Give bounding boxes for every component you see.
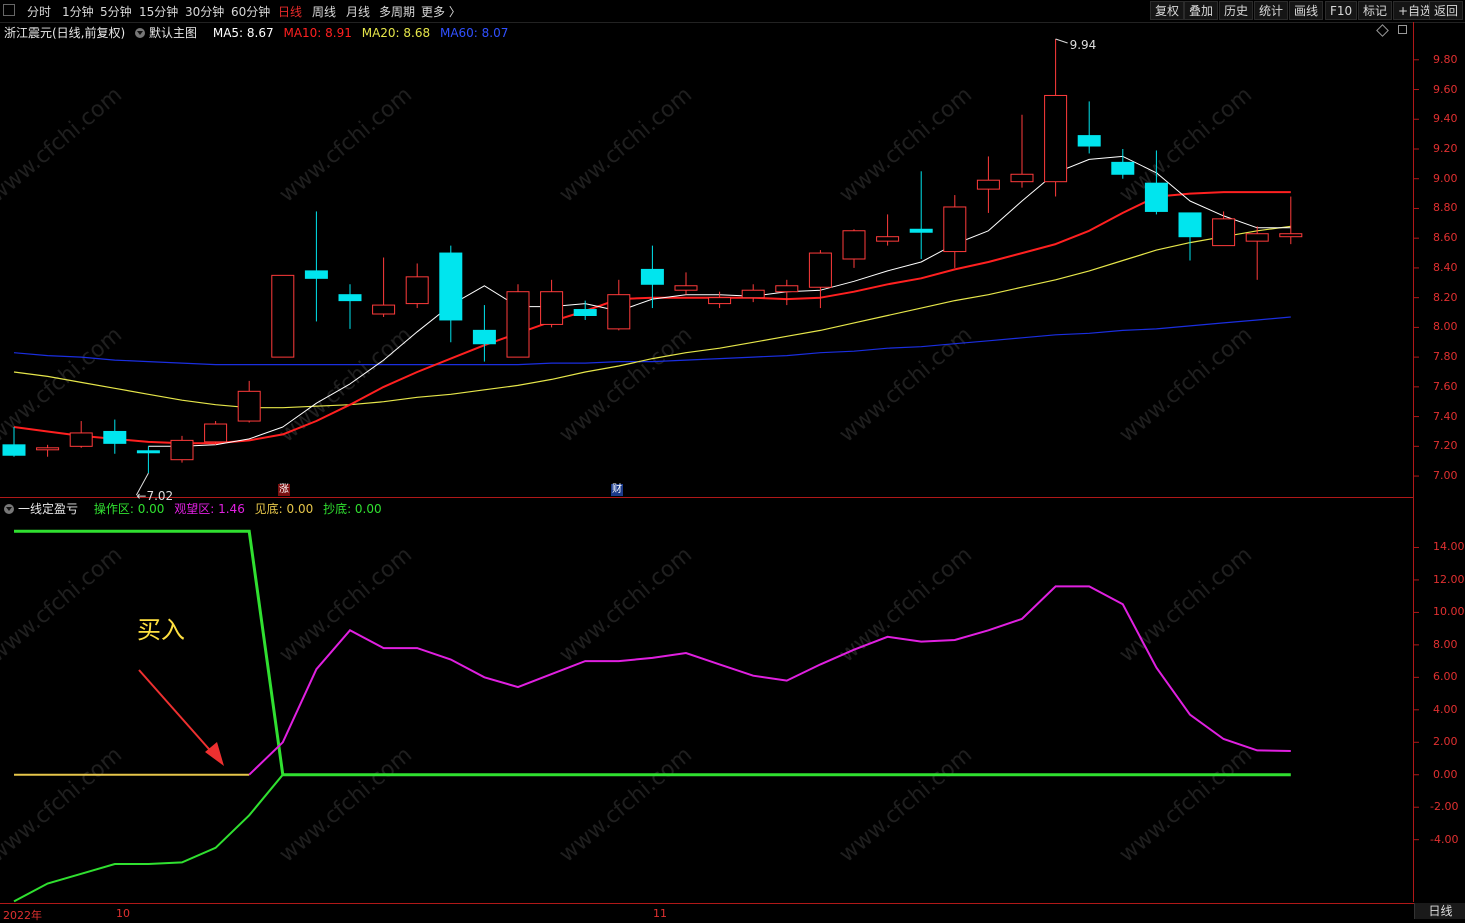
watermark: www.cfchi.com — [555, 322, 697, 447]
price-tick-label: 7.60 — [1433, 379, 1458, 393]
candle-down — [103, 430, 127, 444]
price-tick-label: 8.00 — [1433, 320, 1458, 334]
watermark: www.cfchi.com — [1115, 322, 1257, 447]
limit-up-badge[interactable]: 涨 — [278, 484, 290, 496]
candle-up — [506, 291, 530, 358]
indicator-tick-label: 12.00 — [1433, 572, 1465, 586]
watermark: www.cfchi.com — [835, 742, 977, 867]
candle-down — [1144, 182, 1168, 212]
candle-up — [36, 447, 60, 451]
candle-up — [1044, 94, 1068, 183]
candle-down — [136, 450, 160, 454]
watermark: www.cfchi.com — [0, 322, 127, 447]
candle-up — [237, 390, 261, 422]
buy-label: 买入 — [137, 616, 185, 644]
watermark: www.cfchi.com — [555, 742, 697, 867]
watermark: www.cfchi.com — [1115, 742, 1257, 867]
candle-down — [2, 444, 26, 456]
price-tick-label: 7.80 — [1433, 350, 1458, 364]
watermark: www.cfchi.com — [555, 82, 697, 207]
price-tick-label: 8.80 — [1433, 201, 1458, 215]
candle-up — [607, 294, 631, 330]
price-tick-label: 8.60 — [1433, 231, 1458, 245]
candle-down — [1077, 135, 1101, 147]
indicator-tick-label: 6.00 — [1433, 670, 1458, 684]
price-tick-label: 8.20 — [1433, 290, 1458, 304]
chart-canvas[interactable]: www.cfchi.com www.cfchi.com www.cfchi.com w… — [0, 0, 1465, 919]
watermark: www.cfchi.com — [555, 542, 697, 667]
watermark: www.cfchi.com — [835, 82, 977, 207]
month-label-oct: 10 — [116, 907, 130, 920]
candle-down — [1111, 161, 1135, 175]
price-tick-label: 7.00 — [1433, 469, 1458, 483]
watermark: www.cfchi.com — [275, 742, 417, 867]
candle-up — [540, 291, 564, 325]
candle-down — [338, 294, 362, 302]
indicator-tick-label: 2.00 — [1433, 735, 1458, 749]
candle-up — [170, 439, 194, 461]
indicator-tick-label: 0.00 — [1433, 767, 1458, 781]
candle-up — [1245, 233, 1269, 242]
price-tick-label: 8.40 — [1433, 260, 1458, 274]
watermark: www.cfchi.com — [1115, 542, 1257, 667]
indicator-tick-label: -2.00 — [1430, 800, 1459, 814]
candle-down — [909, 228, 933, 233]
candle-up — [976, 179, 1000, 190]
candle-up — [775, 285, 799, 293]
candle-up — [1212, 218, 1236, 247]
period-tab-day[interactable]: 日线 — [1414, 903, 1465, 919]
indicator-tick-label: 4.00 — [1433, 702, 1458, 716]
candle-up — [674, 285, 698, 291]
candle-down — [640, 268, 664, 285]
price-tick-label: 7.40 — [1433, 409, 1458, 423]
buy-arrow-shaft — [138, 669, 217, 758]
candle-up — [271, 274, 295, 358]
indicator-tick-label: 10.00 — [1433, 605, 1465, 619]
price-tick-label: 9.80 — [1433, 52, 1458, 66]
price-tick-label: 9.40 — [1433, 112, 1458, 126]
candle-up — [876, 236, 900, 242]
candle-up — [1279, 233, 1303, 238]
buy-arrow-head — [205, 742, 224, 766]
indicator-tick-label: 14.00 — [1433, 540, 1465, 554]
candle-up — [943, 206, 967, 253]
watermark: www.cfchi.com — [1115, 82, 1257, 207]
date-axis: 2022年 10 11 — [0, 903, 1465, 922]
candle-up — [204, 423, 228, 443]
month-label-nov: 11 — [653, 907, 667, 920]
candle-up — [842, 230, 866, 260]
candle-up — [808, 252, 832, 288]
candle-up — [741, 289, 765, 299]
high-pointer — [1055, 38, 1068, 44]
candle-down — [472, 329, 496, 345]
candle-up — [708, 297, 732, 305]
high-price-label: 9.94 — [1070, 38, 1097, 52]
finance-badge[interactable]: 财 — [611, 484, 623, 496]
price-tick-label: 9.00 — [1433, 171, 1458, 185]
price-tick-label: 9.20 — [1433, 141, 1458, 155]
low-price-label: ←7.02 — [136, 489, 173, 503]
watermark: www.cfchi.com — [275, 82, 417, 207]
candle-up — [372, 304, 396, 315]
candle-up — [405, 276, 429, 305]
watch-zone-line — [248, 585, 1291, 776]
watermark: www.cfchi.com — [0, 542, 127, 667]
year-label: 2022年 — [3, 909, 42, 922]
candle-down — [439, 252, 463, 321]
candle-up — [69, 432, 93, 447]
indicator-tick-label: -4.00 — [1430, 832, 1459, 846]
watermark: www.cfchi.com — [0, 742, 127, 867]
price-tick-label: 9.60 — [1433, 82, 1458, 96]
ma10-line — [13, 191, 1291, 445]
price-tick-label: 7.20 — [1433, 439, 1458, 453]
candle-down — [304, 270, 328, 279]
watermark: www.cfchi.com — [835, 322, 977, 447]
candle-down — [573, 309, 597, 316]
indicator-tick-label: 8.00 — [1433, 637, 1458, 651]
candle-up — [1010, 173, 1034, 183]
candle-down — [1178, 212, 1202, 238]
watermark: www.cfchi.com — [0, 82, 127, 207]
